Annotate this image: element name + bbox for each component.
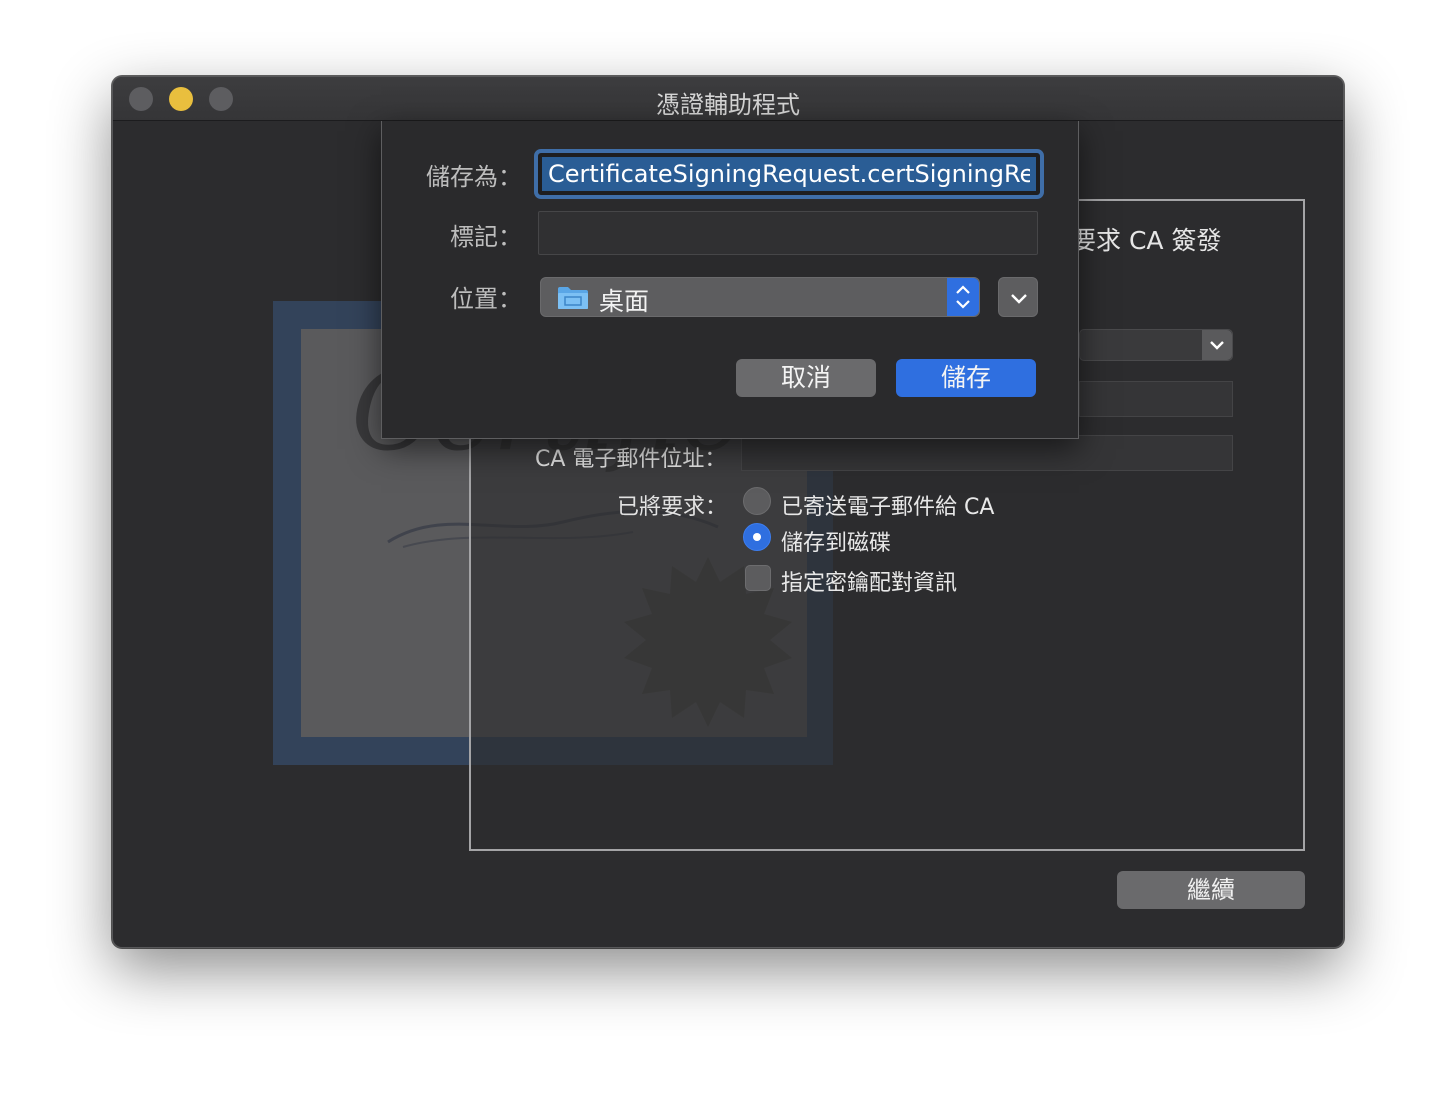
location-value: 桌面 [599, 287, 650, 316]
identity-popup[interactable] [1079, 329, 1233, 361]
chevron-down-icon [1202, 330, 1232, 360]
request-label: 已將要求： [617, 495, 728, 520]
filename-input[interactable] [542, 157, 1036, 191]
location-label: 位置： [450, 285, 522, 313]
option-key-pair-label[interactable]: 指定密鑰配對資訊 [781, 565, 957, 597]
location-stepper[interactable] [947, 278, 979, 316]
certificate-assistant-window: 憑證輔助程式 Certificate 要求 CA 簽發 CA 電子郵件位址： 已… [112, 76, 1344, 948]
save-as-label: 儲存為： [426, 163, 522, 191]
save-sheet: 儲存為： 標記： 位置： 桌面 取消 [381, 121, 1079, 439]
up-down-chevron-icon [956, 285, 970, 309]
panel-heading: 要求 CA 簽發 [1071, 226, 1222, 255]
save-button[interactable]: 儲存 [896, 359, 1036, 397]
filename-field-focus-ring [534, 149, 1044, 199]
common-name-field[interactable] [1079, 381, 1233, 417]
title-bar[interactable]: 憑證輔助程式 [113, 77, 1343, 121]
location-popup[interactable]: 桌面 [540, 277, 980, 317]
ca-email-label: CA 電子郵件位址： [535, 447, 727, 472]
radio-saved-to-disk[interactable] [743, 523, 771, 551]
folder-icon [558, 287, 588, 309]
cancel-button[interactable]: 取消 [736, 359, 876, 397]
chevron-down-icon [1011, 294, 1027, 304]
option-emailed-label[interactable]: 已寄送電子郵件給 CA [781, 489, 994, 521]
expand-browser-button[interactable] [998, 277, 1038, 317]
tags-label: 標記： [450, 223, 522, 251]
checkbox-key-pair[interactable] [745, 565, 771, 591]
ca-email-field[interactable] [741, 435, 1233, 471]
option-saved-to-disk-label[interactable]: 儲存到磁碟 [781, 525, 891, 557]
window-title: 憑證輔助程式 [656, 91, 800, 119]
radio-emailed[interactable] [743, 487, 771, 515]
tags-input[interactable] [538, 211, 1038, 255]
continue-button[interactable]: 繼續 [1117, 871, 1305, 909]
